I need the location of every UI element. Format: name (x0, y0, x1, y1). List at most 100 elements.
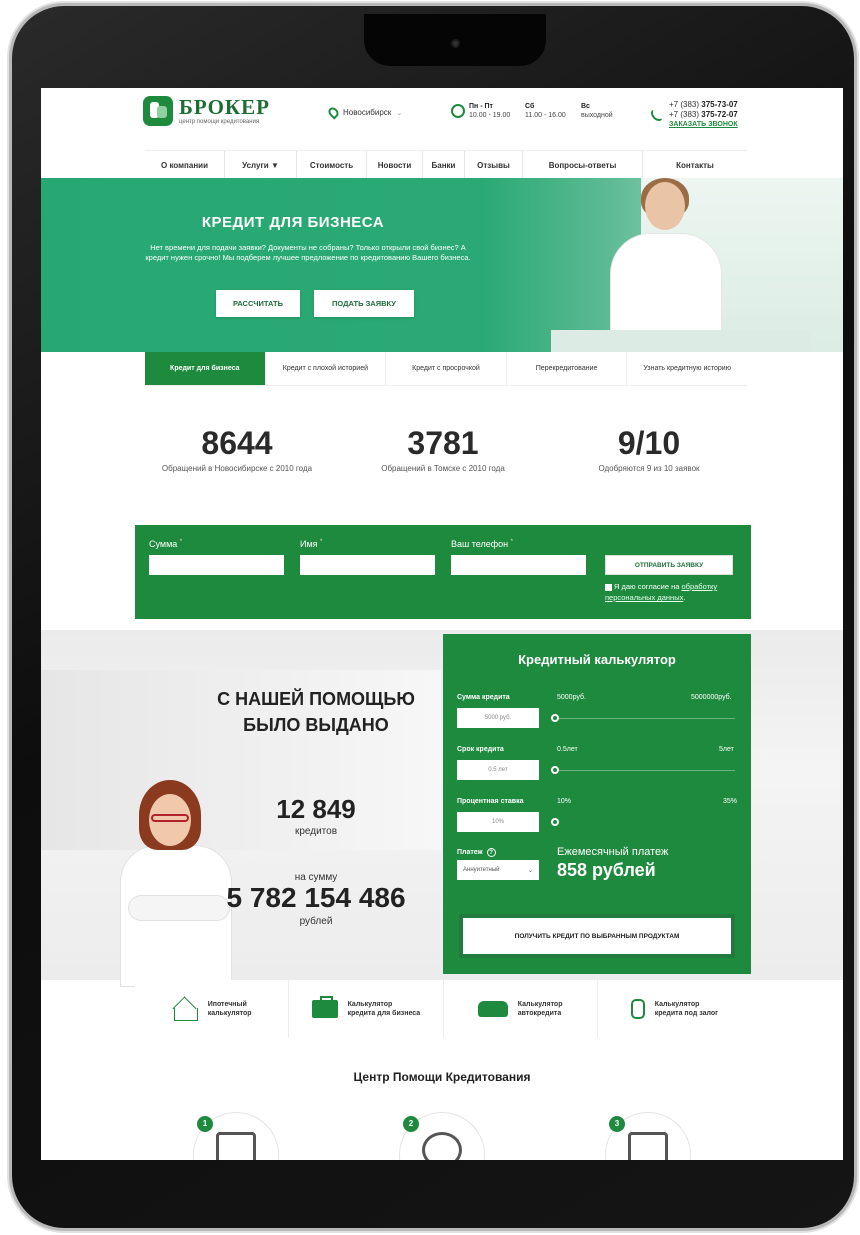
consent-checkbox[interactable] (605, 583, 612, 591)
chevron-down-icon: ⌄ (396, 109, 403, 117)
businesswoman-photo (551, 178, 811, 352)
application-form: Сумма * Имя * Ваш телефон * ОТПРАВИТЬ ЗА… (135, 525, 751, 619)
tab-bad-history[interactable]: Кредит с плохой историей (266, 352, 387, 385)
amount-slider-handle[interactable] (551, 714, 559, 722)
wallet-icon (628, 1132, 668, 1160)
stat-label: Одобряются 9 из 10 заявок (598, 464, 700, 473)
amount-label: Сумма кредита (457, 694, 510, 701)
help-icon[interactable]: ? (486, 848, 496, 857)
phone-input[interactable] (451, 555, 586, 575)
credits-label: кредитов (294, 826, 338, 837)
hero-title: КРЕДИТ ДЛЯ БИЗНЕСА (201, 214, 385, 231)
step-3-badge: 3 (609, 1116, 625, 1132)
nav-item-services[interactable]: Услуги ▼ (225, 151, 297, 179)
term-slider-track[interactable] (559, 770, 735, 771)
tab-credit-history[interactable]: Узнать кредитную историю (627, 352, 747, 385)
phone-1[interactable]: +7 (383) 375-73-07 (669, 100, 738, 110)
nav-item-about[interactable]: О компании (145, 151, 225, 179)
link-collateral-calculator[interactable]: Калькулятор кредита под залог (598, 980, 751, 1038)
hero-text: Нет времени для подачи заявки? Документы… (145, 243, 471, 262)
stat-number: 8644 (201, 425, 273, 461)
tab-overdue[interactable]: Кредит с просрочкой (386, 352, 507, 385)
tab-business-credit[interactable]: Кредит для бизнеса (145, 352, 266, 385)
link-auto-calculator[interactable]: Калькулятор автокредита (444, 980, 598, 1038)
camera-icon (451, 39, 460, 48)
get-credit-button[interactable]: ПОЛУЧИТЬ КРЕДИТ ПО ВЫБРАННЫМ ПРОДУКТАМ (463, 918, 731, 954)
rate-input[interactable]: 10% (457, 812, 539, 832)
hero-banner (41, 178, 843, 352)
issued-sum: 5 782 154 486 (226, 882, 406, 913)
stat-tomsk: 3781 Обращений в Томске с 2010 года (333, 426, 553, 473)
sum-input[interactable] (149, 555, 284, 575)
phone-label: Ваш телефон * (451, 539, 513, 549)
city-label: Новосибирск (343, 108, 392, 117)
city-selector[interactable]: Новосибирск ⌄ (326, 105, 403, 120)
stat-number: 9/10 (617, 425, 681, 461)
logo-icon (143, 96, 173, 126)
watch-icon (630, 999, 645, 1019)
term-input[interactable]: 0.5 лет (457, 760, 539, 780)
payment-type-select[interactable]: Аннуитетный ⌄ (457, 860, 539, 880)
phone-2[interactable]: +7 (383) 375-72-07 (669, 110, 738, 120)
issued-title: С НАШЕЙ ПОМОЩЬЮ БЫЛО ВЫДАНО (217, 689, 415, 735)
nav-item-contacts[interactable]: Контакты (643, 151, 747, 179)
schedule-saturday: Сб 11.00 - 16.00 (525, 103, 566, 119)
logo-subtitle: центр помощи кредитования (179, 119, 260, 125)
amount-input[interactable]: 5000 руб. (457, 708, 539, 728)
amount-max: 5000000руб. (691, 694, 732, 701)
nav-item-reviews[interactable]: Отзывы (465, 151, 523, 179)
sum-label: Сумма * (149, 539, 183, 549)
name-input[interactable] (300, 555, 435, 575)
house-icon (172, 998, 198, 1021)
stat-novosibirsk: 8644 Обращений в Новосибирске с 2010 год… (127, 426, 347, 473)
logo[interactable]: БРОКЕР центр помощи кредитования (143, 96, 270, 126)
tab-refinancing[interactable]: Перекредитование (507, 352, 628, 385)
stat-label: Обращений в Новосибирске с 2010 года (161, 464, 313, 473)
calculator-title: Кредитный калькулятор (518, 652, 676, 667)
calculator-links: Ипотечный калькулятор Калькулятор кредита … (135, 980, 751, 1038)
phones: +7 (383) 375-73-07 +7 (383) 375-72-07 ЗА… (669, 100, 738, 130)
credits-count: 12 849 (276, 794, 356, 824)
schedule-weekdays: Пн - Пт 10.00 - 19.00 (469, 103, 511, 119)
link-business-calculator[interactable]: Калькулятор кредита для бизнеса (289, 980, 444, 1038)
step-2-badge: 2 (403, 1116, 419, 1132)
stat-number: 3781 (407, 425, 479, 461)
submit-application-button[interactable]: ОТПРАВИТЬ ЗАЯВКУ (605, 555, 733, 575)
rate-min: 10% (557, 798, 572, 805)
term-slider-handle[interactable] (551, 766, 559, 774)
location-pin-icon (326, 105, 341, 120)
credit-calculator: Кредитный калькулятор Сумма кредита 5000… (443, 634, 751, 974)
car-icon (477, 1001, 508, 1017)
step-1-badge: 1 (197, 1116, 213, 1132)
link-mortgage-calculator[interactable]: Ипотечный калькулятор (135, 980, 290, 1038)
chevron-down-icon: ⌄ (527, 867, 533, 874)
schedule-sunday: Вс выходной (581, 103, 613, 119)
calculate-button[interactable]: РАССЧИТАТЬ (216, 290, 300, 317)
stat-approval: 9/10 Одобряются 9 из 10 заявок (539, 426, 759, 473)
rate-max: 35% (723, 798, 738, 805)
clock-icon (451, 104, 465, 118)
phone-icon (651, 110, 662, 121)
rate-slider-handle[interactable] (551, 818, 559, 826)
rate-label: Процентная ставка (457, 798, 524, 805)
monthly-payment-label: Ежемесячный платеж (557, 846, 669, 858)
nav-item-banks[interactable]: Банки (423, 151, 465, 179)
monthly-payment-value: 858 рублей (557, 860, 656, 880)
main-nav: О компании Услуги ▼ Стоимость Новости Ба… (145, 150, 747, 179)
stat-label: Обращений в Томске с 2010 года (381, 464, 505, 473)
nav-item-pricing[interactable]: Стоимость (297, 151, 367, 179)
term-max: 5лет (719, 746, 734, 753)
name-label: Имя * (300, 539, 323, 549)
amount-slider-track[interactable] (559, 718, 735, 719)
term-label: Срок кредита (457, 746, 504, 753)
amount-min: 5000руб. (557, 694, 586, 701)
briefcase-icon (311, 996, 338, 1018)
callback-link[interactable]: ЗАКАЗАТЬ ЗВОНОК (669, 120, 738, 130)
nav-item-news[interactable]: Новости (367, 151, 423, 179)
site-header: БРОКЕР центр помощи кредитования Новосиб… (41, 88, 843, 146)
nav-item-faq[interactable]: Вопросы-ответы (523, 151, 643, 179)
rubles-label: рублей (299, 916, 333, 927)
stopwatch-icon (422, 1132, 462, 1160)
apply-button[interactable]: ПОДАТЬ ЗАЯВКУ (314, 290, 414, 317)
section-title: Центр Помощи Кредитования (353, 1070, 531, 1084)
